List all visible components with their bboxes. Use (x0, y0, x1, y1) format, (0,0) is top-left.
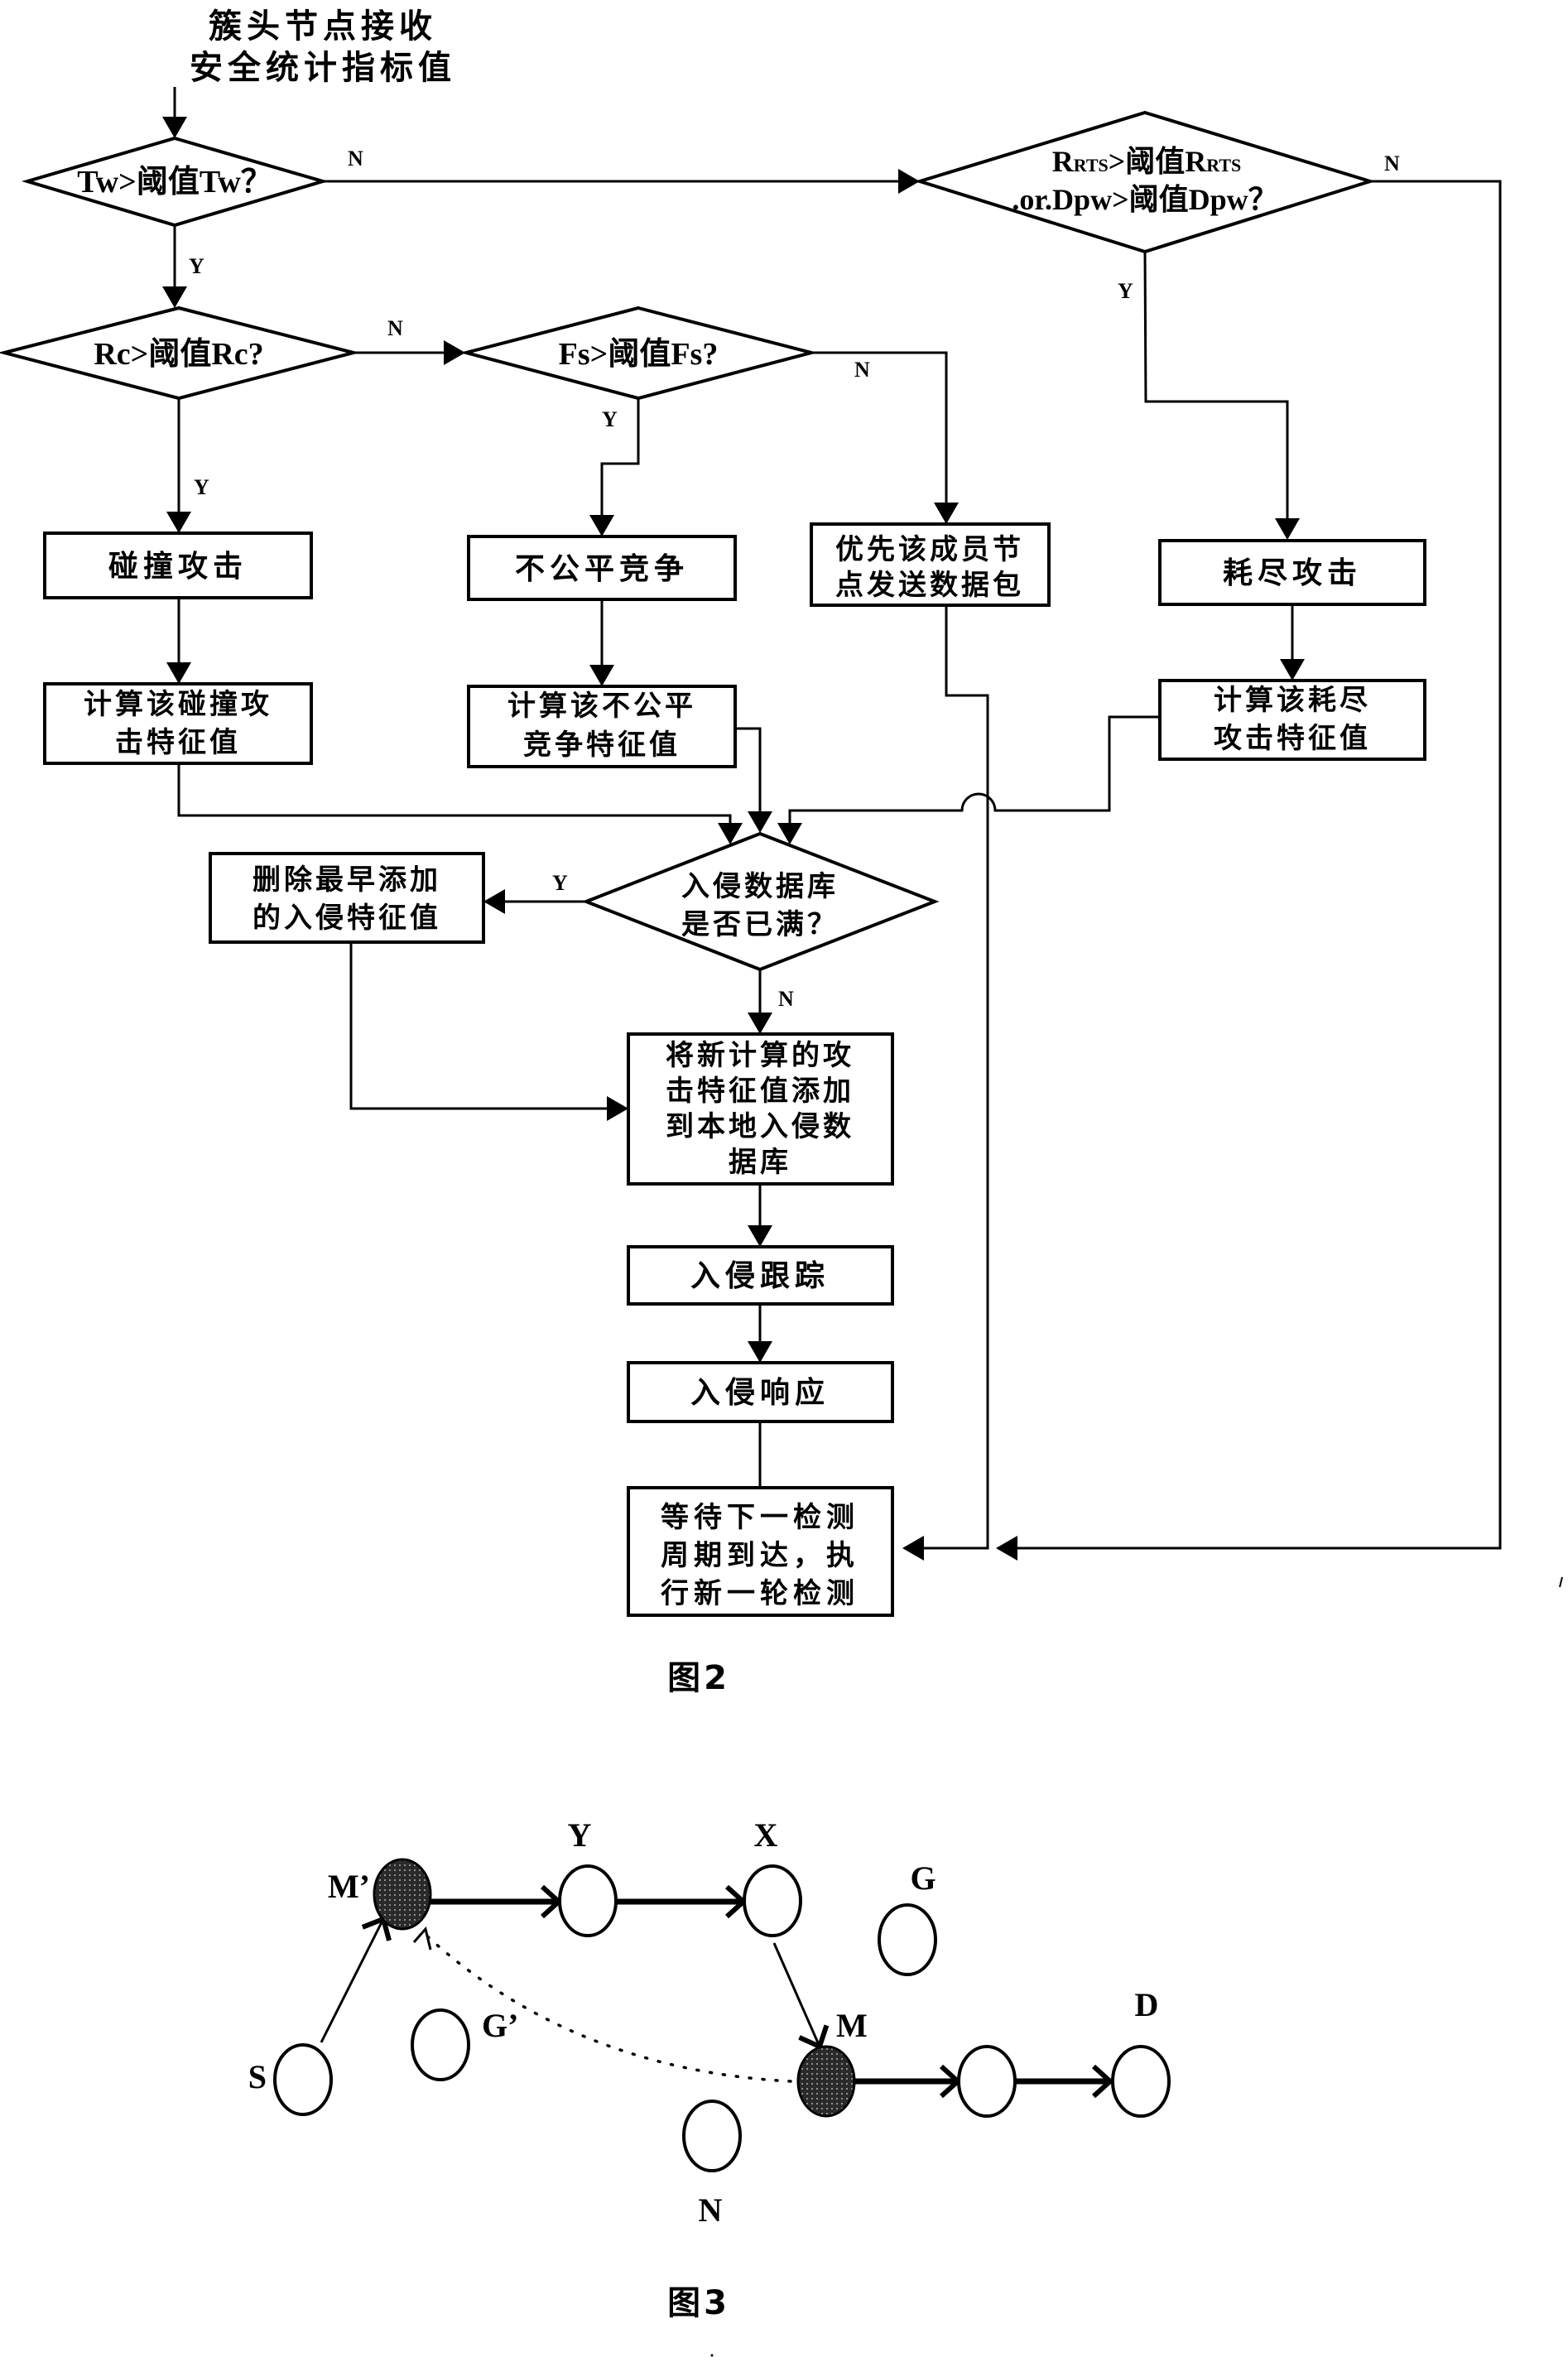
process-wait-line-1: 等待下一检测 (661, 1501, 859, 1534)
label-x: X (754, 1816, 778, 1854)
node-x (743, 1864, 802, 1937)
process-intrusion-trace: 入侵跟踪 (627, 1245, 894, 1306)
arrow-calc-unfair-to-db (735, 727, 772, 833)
label-d: D (1135, 1986, 1159, 2023)
process-calc-unfair-line-2: 竞争特征值 (523, 729, 681, 762)
decision-rc-text: Rc>阈值Rc? (94, 337, 263, 372)
process-trace-text: 入侵跟踪 (690, 1259, 830, 1293)
node-n (682, 2100, 742, 2172)
process-add-line-4: 据库 (729, 1146, 791, 1179)
label-n: N (699, 2191, 723, 2229)
process-calc-collision: 计算该碰撞攻 击特征值 (43, 682, 313, 765)
process-priority-send: 优先该成员节 点发送数据包 (810, 522, 1051, 607)
decision-rrts-shape (914, 110, 1376, 254)
process-delete-line-1: 删除最早添加 (253, 863, 441, 897)
process-calc-collision-line-1: 计算该碰撞攻 (84, 688, 272, 721)
process-delete-line-2: 的入侵特征值 (253, 902, 441, 935)
label-db-no: N (778, 987, 794, 1011)
process-add-line-2: 击特征值添加 (666, 1075, 854, 1108)
arrow-delete-to-add (349, 942, 628, 1121)
label-rc-yes: Y (194, 475, 209, 499)
decision-rrts-dpw: RRTS>阈值RRTS .or.Dpw>阈值Dpw？ (914, 110, 1376, 254)
label-y: Y (568, 1816, 592, 1854)
arrow-calc-collision-to-db (177, 763, 743, 844)
node-m (796, 2045, 856, 2118)
figure-3-network: M’ Y X G S G’ M D N 图3 (248, 1816, 1171, 2357)
process-calc-exhaust: 计算该耗尽 攻击特征值 (1158, 679, 1426, 761)
label-rrts-yes: Y (1118, 279, 1133, 303)
stray-mark (1559, 1576, 1563, 1588)
decision-rc: Rc>阈值Rc? (0, 305, 360, 401)
decision-rrts-line-2: .or.Dpw>阈值Dpw？ (1012, 183, 1277, 216)
edge-m-to-mprime-tunnel (422, 1931, 792, 2083)
label-tw-no: N (348, 147, 363, 171)
label-rrts-no: N (1384, 152, 1400, 176)
stray-dot (710, 2354, 714, 2357)
process-collision-text: 碰撞攻击 (108, 550, 248, 584)
figure-2-caption: 图2 (667, 1659, 730, 1697)
node-s (273, 2043, 333, 2116)
label-tw-yes: Y (189, 254, 204, 278)
label-g: G (910, 1859, 936, 1897)
process-priority-line-1: 优先该成员节 (835, 533, 1024, 566)
node-d (1111, 2045, 1171, 2118)
label-rc-no: N (387, 316, 403, 340)
process-calc-exhaust-line-1: 计算该耗尽 (1214, 684, 1371, 717)
start-text-line-2: 安全统计指标值 (190, 49, 456, 87)
process-delete-oldest: 删除最早添加 的入侵特征值 (209, 852, 485, 944)
node-g (878, 1903, 937, 1976)
process-add-line-3: 到本地入侵数 (666, 1110, 854, 1143)
process-calc-exhaust-line-2: 攻击特征值 (1214, 722, 1371, 755)
process-calc-unfair: 计算该不公平 竞争特征值 (467, 685, 737, 768)
label-db-yes: Y (552, 871, 568, 895)
process-unfair-competition: 不公平竞争 (467, 535, 737, 601)
process-calc-unfair-line-1: 计算该不公平 (507, 690, 696, 723)
label-m: M (836, 2007, 868, 2044)
label-fs-yes: Y (602, 407, 618, 431)
process-calc-collision-line-2: 击特征值 (115, 726, 241, 759)
page-canvas: 簇头节点接收 安全统计指标值 Tw>阈值Tw？ N Y RRTS>阈值RRTS … (0, 7, 1563, 2357)
decision-tw: Tw>阈值Tw？ (21, 136, 329, 228)
node-y (558, 1864, 618, 1937)
process-exhaust-text: 耗尽攻击 (1223, 556, 1362, 590)
node-g-prime (411, 2008, 470, 2081)
label-m-prime: M’ (328, 1868, 370, 1905)
arrow-rrts-no-to-wait (996, 180, 1502, 1561)
process-unfair-text: 不公平竞争 (515, 552, 689, 586)
process-priority-line-2: 点发送数据包 (835, 569, 1024, 602)
figure-2-flowchart: 簇头节点接收 安全统计指标值 Tw>阈值Tw？ N Y RRTS>阈值RRTS … (0, 7, 1502, 1697)
process-exhaustion-attack: 耗尽攻击 (1158, 539, 1426, 606)
edge-x-to-m (772, 1942, 820, 2047)
label-g-prime: G’ (482, 2007, 518, 2044)
decision-db-line-1: 入侵数据库 (681, 870, 839, 903)
process-add-line-1: 将新计算的攻 (666, 1039, 854, 1072)
process-wait-line-3: 行新一轮检测 (661, 1577, 859, 1610)
node-m-prime (373, 1858, 432, 1931)
decision-tw-text: Tw>阈值Tw？ (77, 165, 272, 200)
decision-db-line-2: 是否已满？ (681, 908, 839, 941)
start-text-line-1: 簇头节点接收 (209, 7, 437, 46)
process-collision-attack: 碰撞攻击 (43, 532, 313, 599)
edge-s-to-mprime (320, 1919, 383, 2043)
process-wait-next-cycle: 等待下一检测 周期到达，执 行新一轮检测 (627, 1486, 894, 1617)
decision-db-full: 入侵数据库 是否已满？ (581, 831, 940, 972)
label-s: S (248, 2058, 267, 2095)
process-intrusion-response: 入侵响应 (627, 1361, 894, 1423)
decision-fs-text: Fs>阈值Fs? (559, 337, 719, 372)
node-relay (957, 2045, 1017, 2118)
process-respond-text: 入侵响应 (690, 1376, 830, 1410)
process-add-new: 将新计算的攻 击特征值添加 到本地入侵数 据库 (627, 1032, 894, 1186)
label-fs-no: N (854, 358, 870, 382)
tunnel-arrowhead (412, 1926, 432, 1951)
start-node: 簇头节点接收 安全统计指标值 (190, 7, 456, 87)
process-wait-line-2: 周期到达，执 (661, 1539, 859, 1572)
arrow-priority-to-wait (902, 605, 989, 1561)
arrow-rrts-yes-to-exhaust (1143, 251, 1300, 540)
arrow-fs-no-to-priority (811, 351, 959, 524)
figure-3-caption: 图3 (667, 2284, 730, 2322)
decision-fs: Fs>阈值Fs? (459, 305, 818, 401)
arrow-calc-exhaust-to-db (777, 715, 1160, 844)
